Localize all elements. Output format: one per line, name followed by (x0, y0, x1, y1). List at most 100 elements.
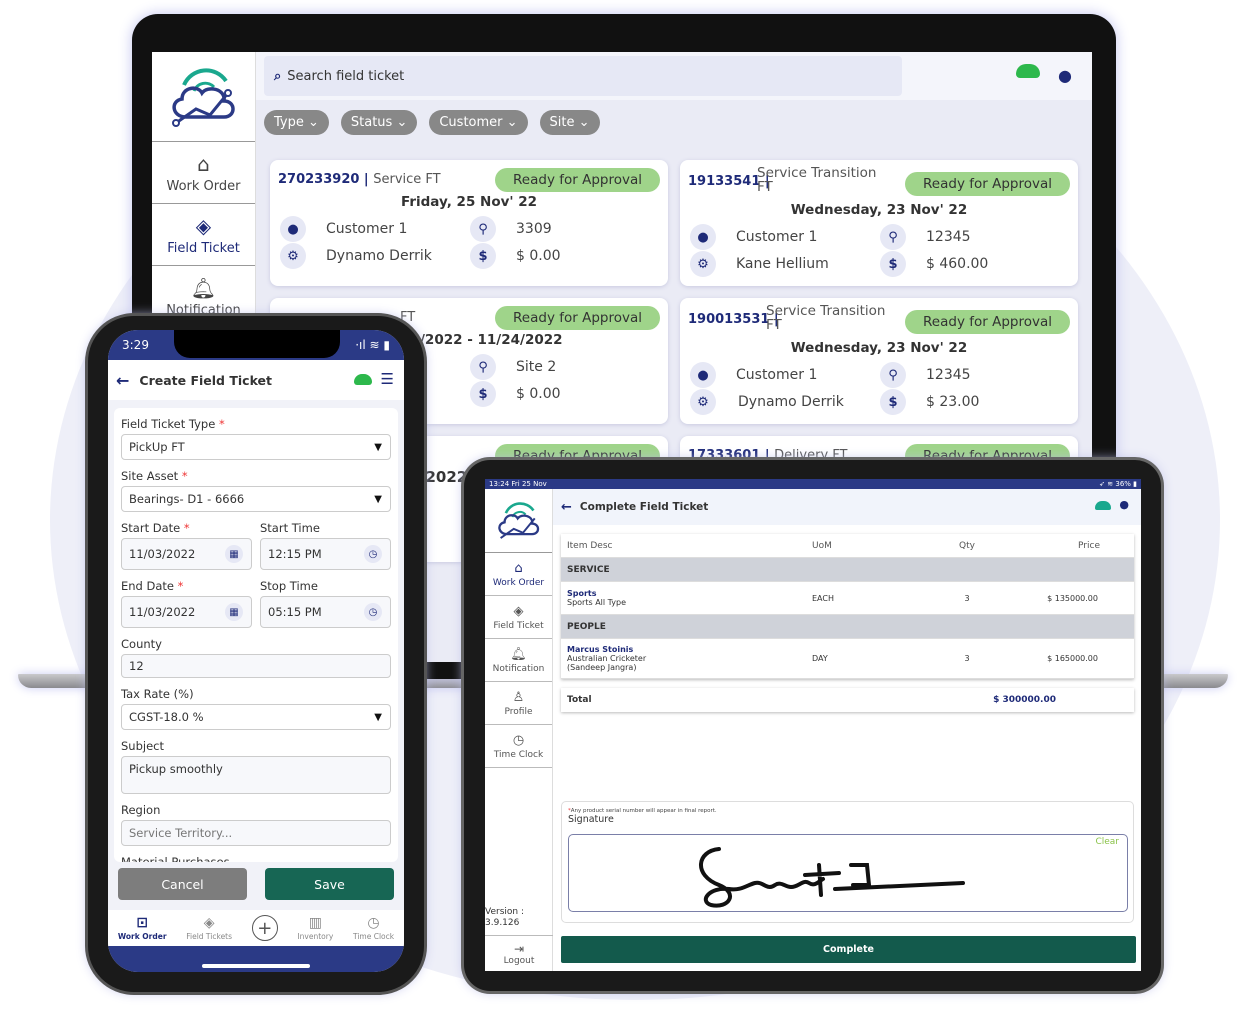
filter-status[interactable]: Status ⌄ (340, 110, 418, 135)
end-date-field[interactable]: 11/03/2022 ▦ (121, 596, 252, 628)
ticket-type: Service Transition FT (766, 303, 886, 333)
user-icon[interactable]: ● (1058, 66, 1072, 85)
tablet-nav-work-order[interactable]: ⌂ Work Order (485, 553, 552, 596)
laptop-topbar: ⌕ Search field ticket ● (256, 52, 1092, 100)
clock-icon: ◷ (367, 915, 380, 931)
clear-signature-button[interactable]: Clear (1095, 837, 1119, 847)
back-arrow-icon[interactable]: ← (116, 371, 129, 390)
signature-section: *Any product serial number will appear i… (561, 801, 1134, 923)
profile-icon: ♙ (512, 689, 525, 705)
calendar-icon[interactable]: ▦ (225, 545, 243, 563)
ticket-date: Wednesday, 23 Nov' 22 (790, 340, 968, 356)
cloud-sync-icon[interactable] (354, 374, 372, 385)
logout-button[interactable]: ⇥ Logout (485, 935, 553, 966)
dollar-icon: $ (470, 381, 496, 407)
search-input[interactable]: ⌕ Search field ticket (264, 56, 902, 96)
total-amount: $ 300000.00 (993, 695, 1056, 705)
wifi-icon: ➶ ≋ (1099, 480, 1116, 488)
tax-rate-select[interactable]: CGST-18.0 % ▼ (121, 704, 391, 730)
phone-notch (174, 330, 340, 358)
table-row[interactable]: Marcus Stoinis Australian Cricketer (Sande… (561, 639, 1134, 679)
filter-site[interactable]: Site ⌄ (539, 110, 600, 135)
tablet-nav-field-ticket[interactable]: ◈ Field Ticket (485, 596, 552, 639)
tablet-nav-notification[interactable]: 🔔︎ Notification (485, 639, 552, 682)
status-badge: Ready for Approval (905, 172, 1070, 196)
tablet-status-bar: 13:24 Fri 25 Nov ➶ ≋ 36% ▮ (485, 479, 1141, 489)
ticket-date: Friday, 25 Nov' 22 (400, 194, 538, 210)
clock-icon[interactable]: ◷ (364, 545, 382, 563)
customer-icon: ● (690, 362, 716, 388)
cart-icon: ▥ (308, 915, 322, 931)
table-row[interactable]: Sports Sports All Type EACH 3 $ 135000.00 (561, 582, 1134, 615)
page-title: Create Field Ticket (139, 372, 272, 388)
ticket-card[interactable]: 270233920 | Service FT Ready for Approva… (270, 160, 668, 286)
ticket-type: Service Transition FT (757, 165, 877, 195)
location-icon: ⚲ (880, 224, 906, 250)
filter-customer[interactable]: Customer ⌄ (429, 110, 528, 135)
signature-drawing (699, 847, 965, 908)
gear-icon: ⚙ (690, 389, 716, 415)
bell-icon: 🔔︎ (190, 275, 217, 300)
calendar-icon[interactable]: ▦ (225, 603, 243, 621)
location-icon: ⚲ (880, 362, 906, 388)
app-version: Version :3.9.126 (485, 907, 524, 928)
search-icon: ⌕ (274, 68, 282, 84)
tablet-nav-time-clock[interactable]: ◷ Time Clock (485, 725, 552, 768)
tab-time-clock[interactable]: ◷ Time Clock (353, 915, 394, 941)
dollar-icon: $ (470, 243, 496, 269)
ticket-icon: ◈ (195, 213, 212, 238)
signature-pad[interactable]: Clear (568, 834, 1128, 912)
group-header: PEOPLE (561, 615, 1134, 639)
ticket-icon: ◈ (513, 603, 524, 619)
filter-type[interactable]: Type ⌄ (264, 110, 329, 135)
ticket-type: Service FT (373, 172, 441, 187)
caret-down-icon: ▼ (374, 711, 382, 723)
cloud-sync-icon[interactable] (1095, 501, 1111, 510)
gear-icon: ⚙ (280, 243, 306, 269)
laptop-nav-work-order[interactable]: ⌂ Work Order (152, 142, 255, 204)
tab-add[interactable]: + (251, 915, 278, 941)
ticket-type-select[interactable]: PickUp FT ▼ (121, 434, 391, 460)
ticket-icon: ◈ (203, 915, 215, 931)
phone-screen: 3:29 ·ıl ≋ ▮ ← Create Field Ticket ☰ Fiel… (108, 330, 404, 972)
clock-icon: ◷ (512, 732, 525, 748)
tablet-header: ← Complete Field Ticket ● (553, 489, 1141, 525)
cancel-button[interactable]: Cancel (118, 868, 247, 900)
menu-icon[interactable]: ☰ (381, 370, 394, 388)
tab-inventory[interactable]: ▥ Inventory (297, 915, 333, 941)
cloud-sync-icon[interactable] (1016, 64, 1040, 78)
tab-work-order[interactable]: ⊡ Work Order (118, 915, 167, 941)
user-icon[interactable]: ● (1119, 498, 1129, 511)
tab-field-tickets[interactable]: ◈ Field Tickets (186, 915, 232, 941)
back-arrow-icon[interactable]: ← (561, 500, 572, 515)
county-input[interactable]: 12 (121, 654, 391, 678)
tablet-nav-profile[interactable]: ♙ Profile (485, 682, 552, 725)
filter-bar: Type ⌄ Status ⌄ Customer ⌄ Site ⌄ (264, 110, 600, 135)
start-date-field[interactable]: 11/03/2022 ▦ (121, 538, 252, 570)
phone-header: ← Create Field Ticket ☰ (108, 360, 404, 400)
plus-icon: + (251, 915, 278, 941)
site-asset-select[interactable]: Bearings- D1 - 6666 ▼ (121, 486, 391, 512)
caret-down-icon: ▼ (374, 441, 382, 453)
clock-icon[interactable]: ◷ (364, 603, 382, 621)
ticket-card[interactable]: 190013531 | Service Transition FT Ready … (680, 298, 1078, 424)
tablet-sidebar: ⌂ Work Order ◈ Field Ticket 🔔︎ Notification… (485, 489, 553, 971)
status-badge: Ready for Approval (905, 310, 1070, 334)
status-badge: Ready for Approval (495, 306, 660, 330)
line-items-table: Item Desc UoM Qty Price SERVICE Sports Sp… (561, 534, 1134, 679)
create-ticket-form: Field Ticket Type * PickUp FT ▼ Site Asse… (114, 408, 398, 862)
start-time-field[interactable]: 12:15 PM ◷ (260, 538, 391, 570)
subject-input[interactable]: Pickup smoothly (121, 756, 391, 794)
app-logo (485, 489, 552, 553)
region-input[interactable]: Service Territory... (121, 820, 391, 846)
app-logo (152, 52, 255, 142)
ticket-card[interactable]: 19133541 | Service Transition FT Ready f… (680, 160, 1078, 286)
complete-button[interactable]: Complete (561, 936, 1136, 963)
save-button[interactable]: Save (265, 868, 394, 900)
briefcase-icon: ⊡ (136, 915, 149, 931)
tablet-screen: 13:24 Fri 25 Nov ➶ ≋ 36% ▮ ⌂ Work Order ◈ F… (485, 479, 1141, 971)
stop-time-field[interactable]: 05:15 PM ◷ (260, 596, 391, 628)
page-title: Complete Field Ticket (579, 501, 709, 513)
laptop-nav-field-ticket[interactable]: ◈ Field Ticket (152, 204, 255, 266)
location-icon: ⚲ (470, 354, 496, 380)
